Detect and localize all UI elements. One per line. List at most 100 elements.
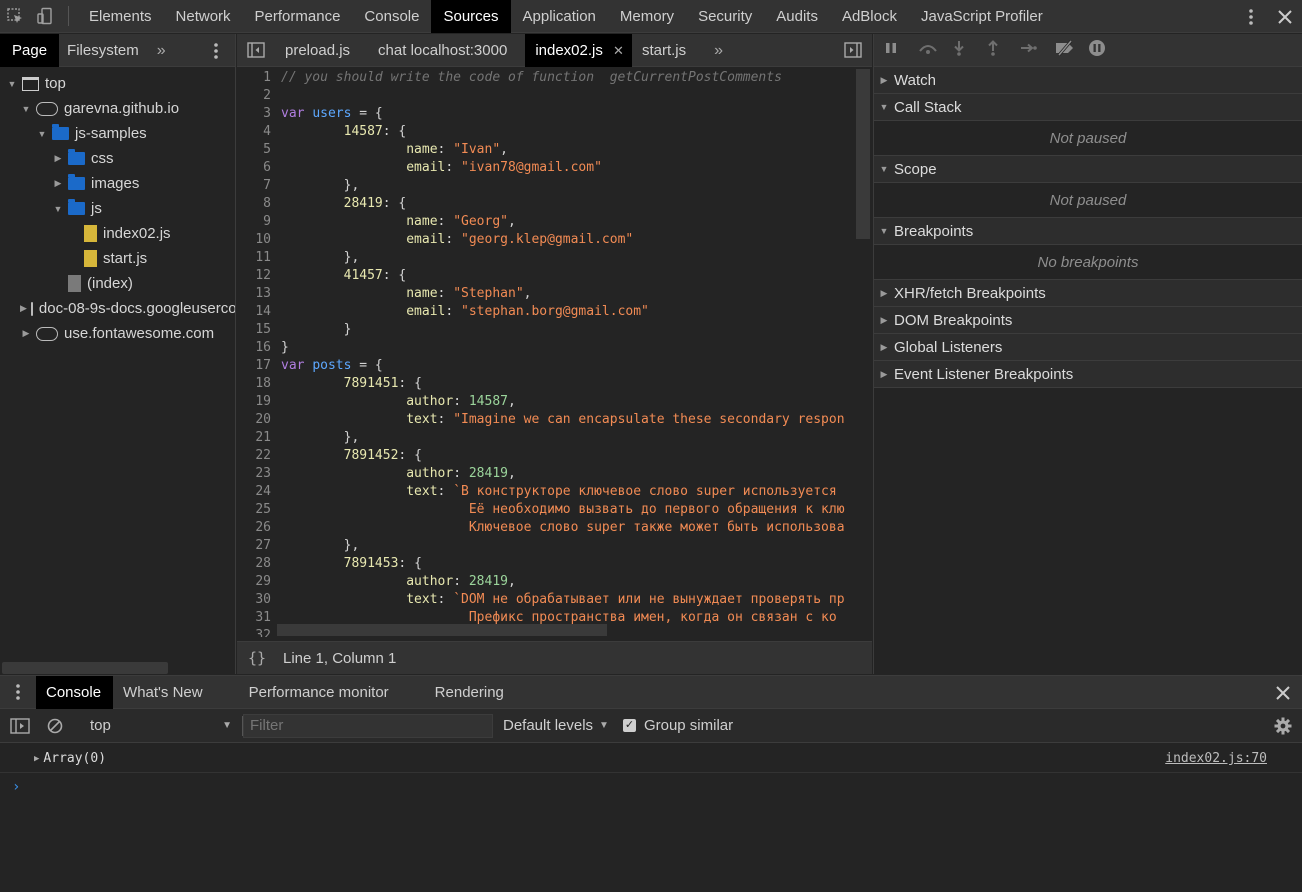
line-number[interactable]: 24	[237, 483, 271, 501]
code-line[interactable]: 22 7891452: {	[237, 447, 857, 465]
line-number[interactable]: 12	[237, 267, 271, 285]
close-icon[interactable]: ✕	[613, 43, 624, 58]
filter-input[interactable]	[243, 713, 493, 738]
tab-memory[interactable]: Memory	[608, 0, 686, 33]
log-value[interactable]: Array(0)	[43, 751, 106, 766]
code-editor[interactable]: 1 // you should write the code of functio…	[237, 69, 857, 637]
tree-node-folder[interactable]: ▼ js-samples	[0, 121, 235, 146]
code-line[interactable]: 25 Её необходимо вызвать до первого обра…	[237, 501, 857, 519]
code-line[interactable]: 4 14587: {	[237, 123, 857, 141]
code-line[interactable]: 12 41457: {	[237, 267, 857, 285]
inspect-icon[interactable]	[0, 0, 30, 33]
code-line[interactable]: 10 email: "georg.klep@gmail.com"	[237, 231, 857, 249]
section-call-stack[interactable]: ▼ Call Stack	[874, 94, 1302, 121]
tree-node-folder[interactable]: ▶ images	[0, 171, 235, 196]
console-message[interactable]: ▶ Array(0) index02.js:70	[0, 745, 1302, 773]
code-line[interactable]: 8 28419: {	[237, 195, 857, 213]
more-vertical-icon[interactable]	[1234, 0, 1268, 33]
code-line[interactable]: 16}	[237, 339, 857, 357]
line-number[interactable]: 21	[237, 429, 271, 447]
line-number[interactable]: 32	[237, 627, 271, 637]
step-over-icon[interactable]	[918, 41, 952, 59]
line-number[interactable]: 11	[237, 249, 271, 267]
line-number[interactable]: 8	[237, 195, 271, 213]
code-line[interactable]: 15 }	[237, 321, 857, 339]
line-number[interactable]: 14	[237, 303, 271, 321]
code-line[interactable]: 14 email: "stephan.borg@gmail.com"	[237, 303, 857, 321]
line-number[interactable]: 18	[237, 375, 271, 393]
section-watch[interactable]: ▶ Watch	[874, 67, 1302, 94]
code-line[interactable]: 6 email: "ivan78@gmail.com"	[237, 159, 857, 177]
line-number[interactable]: 28	[237, 555, 271, 573]
tab-elements[interactable]: Elements	[77, 0, 164, 33]
line-number[interactable]: 26	[237, 519, 271, 537]
tab-filesystem[interactable]: Filesystem	[59, 34, 147, 67]
context-selector[interactable]: top ▼	[70, 717, 240, 734]
log-source-link[interactable]: index02.js:70	[1165, 751, 1267, 766]
code-line[interactable]: 21 },	[237, 429, 857, 447]
code-line[interactable]: 26 Ключевое слово super также может быть…	[237, 519, 857, 537]
tab-sources[interactable]: Sources	[431, 0, 511, 33]
tree-node-file[interactable]: (index)	[0, 271, 235, 296]
tab-security[interactable]: Security	[686, 0, 764, 33]
line-number[interactable]: 9	[237, 213, 271, 231]
line-number[interactable]: 16	[237, 339, 271, 357]
code-line[interactable]: 20 text: "Imagine we can encapsulate the…	[237, 411, 857, 429]
tab-audits[interactable]: Audits	[764, 0, 830, 33]
code-line[interactable]: 29 author: 28419,	[237, 573, 857, 591]
close-icon[interactable]	[1276, 686, 1290, 703]
chevron-right-icon[interactable]: ▶	[20, 328, 32, 339]
code-line[interactable]: 5 name: "Ivan",	[237, 141, 857, 159]
device-toggle-icon[interactable]	[30, 0, 60, 33]
tab-whats-new[interactable]: What's New	[113, 676, 239, 709]
line-number[interactable]: 27	[237, 537, 271, 555]
tree-node-file[interactable]: index02.js	[0, 221, 235, 246]
gear-icon[interactable]	[1274, 717, 1292, 739]
tab-console[interactable]: Console	[352, 0, 431, 33]
editor-tab-index02[interactable]: index02.js ✕	[525, 33, 632, 67]
code-line[interactable]: 30 text: `DOM не обрабатывает или не вын…	[237, 591, 857, 609]
chevron-down-icon[interactable]: ▼	[6, 79, 18, 89]
line-number[interactable]: 31	[237, 609, 271, 627]
section-event-listener-breakpoints[interactable]: ▶ Event Listener Breakpoints	[874, 361, 1302, 388]
chevron-down-icon[interactable]: ▼	[20, 104, 32, 114]
code-line[interactable]: 7 },	[237, 177, 857, 195]
code-line[interactable]: 11 },	[237, 249, 857, 267]
code-line[interactable]: 3 var users = {	[237, 105, 857, 123]
more-vertical-icon[interactable]	[0, 683, 36, 701]
tab-javascript-profiler[interactable]: JavaScript Profiler	[909, 0, 1055, 33]
tree-node-origin[interactable]: ▶ doc-08-9s-docs.googleusercontent.com	[0, 296, 235, 321]
code-line[interactable]: 27 },	[237, 537, 857, 555]
tab-adblock[interactable]: AdBlock	[830, 0, 909, 33]
step-out-icon[interactable]	[986, 40, 1020, 60]
group-similar-checkbox[interactable]: ✓ Group similar	[622, 717, 733, 734]
line-number[interactable]: 6	[237, 159, 271, 177]
line-number[interactable]: 7	[237, 177, 271, 195]
line-number[interactable]: 10	[237, 231, 271, 249]
line-number[interactable]: 19	[237, 393, 271, 411]
line-number[interactable]: 2	[237, 87, 271, 105]
pretty-print-icon[interactable]: {}	[237, 649, 277, 667]
horizontal-scrollbar[interactable]	[277, 624, 607, 636]
line-number[interactable]: 30	[237, 591, 271, 609]
line-number[interactable]: 22	[237, 447, 271, 465]
chevron-right-icon[interactable]: ▶	[52, 178, 64, 189]
line-number[interactable]: 15	[237, 321, 271, 339]
editor-tab-start[interactable]: start.js	[632, 34, 704, 67]
tab-application[interactable]: Application	[511, 0, 608, 33]
code-line[interactable]: 28 7891453: {	[237, 555, 857, 573]
clear-console-icon[interactable]	[40, 718, 70, 734]
section-breakpoints[interactable]: ▼ Breakpoints	[874, 218, 1302, 245]
chevron-right-icon[interactable]: ▶	[20, 303, 27, 314]
code-line[interactable]: 19 author: 14587,	[237, 393, 857, 411]
tree-node-top[interactable]: ▼ top	[0, 71, 235, 96]
section-dom-breakpoints[interactable]: ▶ DOM Breakpoints	[874, 307, 1302, 334]
toggle-debugger-icon[interactable]	[844, 42, 862, 61]
line-number[interactable]: 1	[237, 69, 271, 87]
line-number[interactable]: 20	[237, 411, 271, 429]
line-number[interactable]: 25	[237, 501, 271, 519]
code-line[interactable]: 9 name: "Georg",	[237, 213, 857, 231]
close-icon[interactable]	[1268, 0, 1302, 33]
tree-node-folder[interactable]: ▼ js	[0, 196, 235, 221]
pause-on-exceptions-icon[interactable]	[1088, 39, 1122, 61]
